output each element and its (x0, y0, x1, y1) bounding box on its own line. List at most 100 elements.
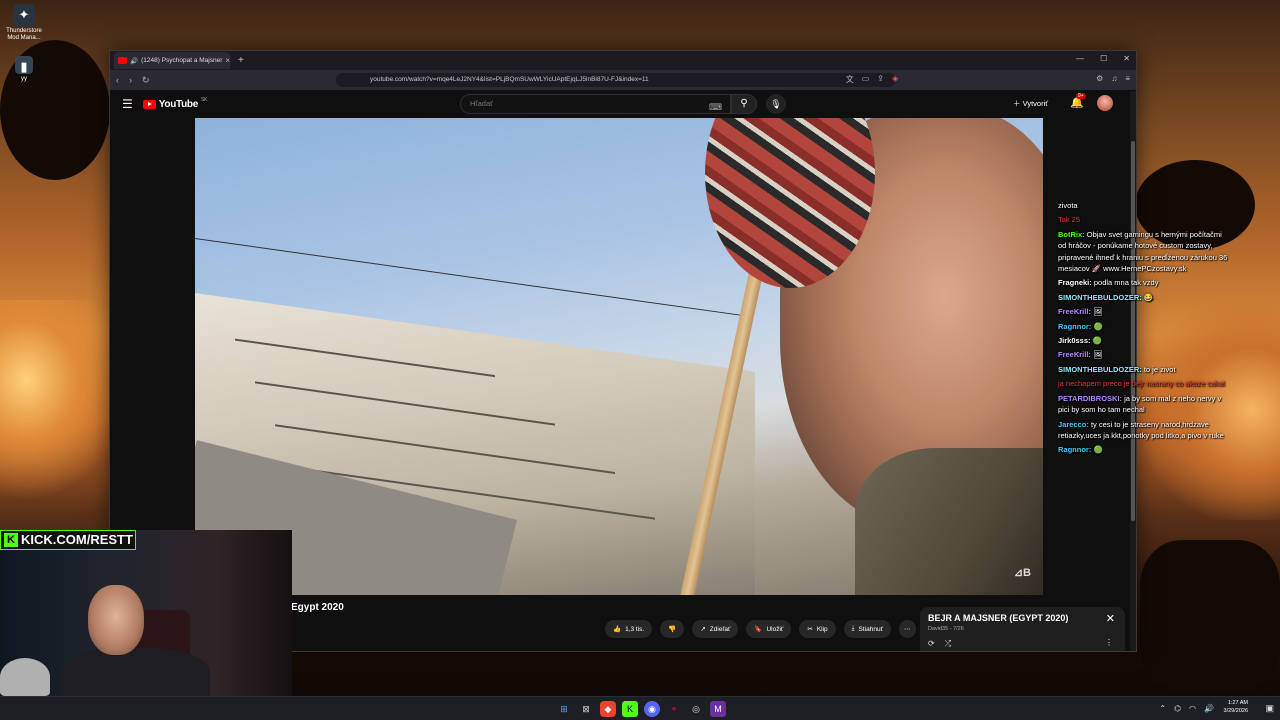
chat-message: SIMONTHEBULDOZER: 😂 (1058, 292, 1230, 303)
kick-banner-text: KICK.COM/RESTT (21, 532, 133, 547)
search-icon: ⚲ (740, 98, 748, 109)
back-icon[interactable]: ‹ (116, 75, 119, 85)
desktop-icon-folder[interactable]: ▮ yy (2, 56, 46, 83)
chat-username[interactable]: FreeKrill: (1058, 307, 1091, 316)
youtube-favicon-icon (118, 57, 127, 64)
dislike-button[interactable]: 👎 (660, 620, 685, 638)
chat-message: Tak 25 (1058, 214, 1230, 225)
chat-username[interactable]: Jarecco: (1058, 420, 1089, 429)
like-button[interactable]: 👍 1,3 tis. (605, 620, 653, 638)
search-button[interactable]: ⚲ (731, 94, 757, 114)
chat-username[interactable]: SIMONTHEBULDOZER: (1058, 293, 1142, 302)
start-menu-icon[interactable]: ⊞ (556, 701, 572, 717)
save-button[interactable]: 🔖 Uložiť (746, 620, 792, 638)
reload-icon[interactable]: ↻ (142, 75, 150, 86)
loop-icon[interactable]: ⟳ (928, 639, 935, 649)
share-button[interactable]: ↗ Zdieľať (692, 620, 739, 638)
chat-username[interactable]: PETARDIBROSKI: (1058, 394, 1122, 403)
chat-message: ja nechapem preco je bejr nasrany co ako… (1058, 378, 1230, 389)
share-icon[interactable]: ⇪ (877, 74, 884, 85)
shield-icon[interactable]: ◈ (892, 74, 898, 85)
shuffle-icon[interactable]: ⤮ (945, 639, 951, 649)
chat-text: Tak 25 (1058, 215, 1081, 225)
create-button[interactable]: ＋ Vytvoriť (1013, 98, 1048, 109)
share-arrow-icon: ↗ (700, 626, 706, 633)
location-icon[interactable]: ⌖ (666, 701, 682, 717)
hamburger-menu-icon[interactable]: ☰ (122, 97, 133, 111)
notification-icon[interactable]: ▣ (1265, 703, 1274, 714)
streamlabs-icon[interactable]: M (710, 701, 726, 717)
kick-logo-icon: K (4, 533, 18, 547)
maximize-button[interactable]: ☐ (1100, 54, 1107, 63)
menu-icon[interactable]: ≡ (1125, 74, 1130, 85)
streamer-body (60, 648, 210, 696)
chat-username[interactable]: Ragnnor: (1058, 445, 1091, 454)
tab-bar: 🔊 (1248) Psychopat a Majsner × + — ☐ ✕ (110, 51, 1136, 70)
palm-silhouette (1140, 540, 1280, 690)
wifi-icon[interactable]: ◠ (1189, 704, 1196, 713)
thumbs-up-icon: 👍 (613, 626, 622, 633)
chat-username[interactable]: Jirk0sss: (1058, 336, 1091, 345)
chevron-up-icon[interactable]: ⌃ (1159, 704, 1166, 713)
close-tab-icon[interactable]: × (225, 56, 230, 65)
chat-message: zivota (1058, 200, 1230, 211)
minimize-button[interactable]: — (1076, 54, 1084, 63)
stream-chat-overlay: zivota Tak 25 BotRix: Objav svet gamingu s… (1058, 200, 1230, 459)
chat-message: Jirk0sss: 🟢 (1058, 335, 1230, 346)
more-actions-button[interactable]: ⋯ (899, 620, 916, 638)
playlist-controls: ⟳ ⤮ (928, 639, 951, 649)
clip-label: Klip (816, 625, 828, 633)
keyboard-icon[interactable]: ⌨ (709, 98, 722, 116)
desktop-icon-thunderstore[interactable]: ✦ Thunderstore Mod Mana... (2, 4, 46, 42)
voice-search-button[interactable]: 🎙 (766, 94, 786, 114)
volume-icon[interactable]: 🔊 (1204, 704, 1214, 713)
chat-text: 😂 (1143, 292, 1154, 302)
playlist-more-icon[interactable]: ⋮ (1105, 638, 1113, 647)
youtube-logo[interactable]: YouTube SK (142, 97, 207, 110)
video-actions: 👍 1,3 tis. 👎 ↗ Zdieľať 🔖 Uložiť ✂ Klip ⤓ Stia… (605, 620, 916, 638)
download-label: Stiahnuť (858, 625, 884, 633)
chat-username[interactable]: Ragnnor: (1058, 322, 1091, 331)
avatar[interactable] (1097, 95, 1113, 111)
mascot-figure (0, 658, 50, 696)
close-window-button[interactable]: ✕ (1123, 54, 1130, 63)
kick-app-icon[interactable]: K (622, 701, 638, 717)
search-input[interactable]: Hľadať ⌨ (460, 94, 731, 114)
close-icon[interactable]: ✕ (1106, 612, 1115, 625)
discord-icon[interactable]: ◉ (644, 701, 660, 717)
microphone-icon: 🎙 (770, 99, 782, 109)
chat-username[interactable]: FreeKrill: (1058, 350, 1091, 359)
extensions-icon[interactable]: ⚙ (1096, 74, 1103, 85)
save-label: Uložiť (766, 625, 784, 633)
reader-icon[interactable]: ▭ (862, 74, 870, 85)
thunderstore-icon: ✦ (13, 4, 35, 26)
youtube-play-icon (142, 99, 156, 109)
address-bar-tools: 文 ▭ ⇪ ◈ ⚙ ♫ ≡ (846, 74, 1130, 85)
download-icon: ⤓ (851, 625, 855, 632)
clip-button[interactable]: ✂ Klip (799, 620, 836, 638)
music-icon[interactable]: ♫ (1111, 74, 1117, 85)
url-field[interactable]: youtube.com/watch?v=mqe4LeJ2NY4&list=PLj… (336, 73, 896, 87)
network-icon[interactable]: ⌬ (1174, 704, 1181, 713)
playlist-subtitle: David35 - 7/26 (928, 626, 964, 632)
taskbar-clock[interactable]: 1:27 AM 3/29/2026 (1224, 700, 1248, 715)
tab-youtube[interactable]: 🔊 (1248) Psychopat a Majsner × (114, 52, 230, 69)
chat-text: 🖼 (1093, 307, 1103, 317)
chat-username[interactable]: SIMONTHEBULDOZER: (1058, 365, 1142, 374)
playlist-panel: BEJR A MAJSNER (EGYPT 2020) David35 - 7/… (920, 607, 1125, 651)
xbox-icon[interactable]: ⊠ (578, 701, 594, 717)
brave-browser-icon[interactable]: ◆ (600, 701, 616, 717)
youtube-header: ☰ YouTube SK Hľadať ⌨ ⚲ 🎙 ＋ Vytvoriť 🔔 9… (110, 90, 1136, 118)
chat-message: Jarecco: ty cesi to je straseny narod,hr… (1058, 419, 1230, 442)
translate-icon[interactable]: 文 (846, 74, 854, 85)
new-tab-button[interactable]: + (238, 55, 244, 66)
chat-username[interactable]: Fragneki: (1058, 278, 1092, 287)
chat-username[interactable]: BotRix: (1058, 230, 1085, 239)
chat-message: Ragnnor: 🟢 (1058, 321, 1230, 332)
playlist-title[interactable]: BEJR A MAJSNER (EGYPT 2020) (928, 613, 1117, 623)
download-button[interactable]: ⤓ Stiahnuť (843, 620, 892, 638)
forward-icon[interactable]: › (129, 75, 132, 85)
obs-icon[interactable]: ◎ (688, 701, 704, 717)
video-player[interactable]: ⊿B (195, 118, 1043, 595)
chat-text: 🟢 (1093, 321, 1103, 331)
